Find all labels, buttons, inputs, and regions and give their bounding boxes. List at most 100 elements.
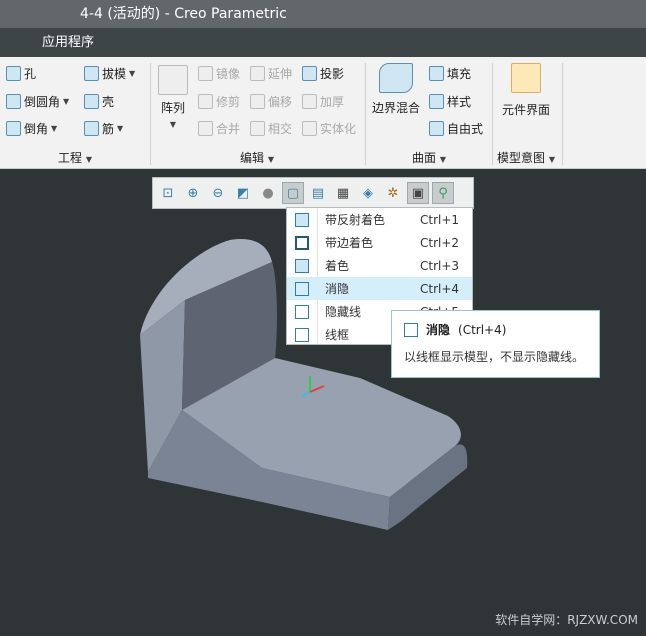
label: 自由式 <box>447 122 484 136</box>
group-label-surfaces[interactable]: 曲面 ▼ <box>412 149 446 166</box>
cube-icon <box>295 304 309 319</box>
extend-icon <box>250 66 265 81</box>
dropdown-icon[interactable]: ▼ <box>117 124 123 133</box>
label: 样式 <box>447 95 472 109</box>
view-toolbar: ⊡ ⊕ ⊖ ◩ ● ▢ ▤ ▦ ◈ ✲ ▣ ⚲ <box>152 177 474 209</box>
extend-button[interactable]: 延伸 <box>250 65 292 82</box>
fill-button[interactable]: 填充 <box>429 65 471 82</box>
solidify-icon <box>302 121 317 136</box>
label: 倒圆角 <box>24 95 61 109</box>
tooltip-title: 消隐 <box>426 323 451 337</box>
label: 筋 <box>102 122 115 136</box>
hole-button[interactable]: 孔 <box>6 65 36 82</box>
cube-icon <box>404 322 418 337</box>
divider <box>150 63 151 165</box>
watermark: 软件自学网：RJZXW.COM <box>495 613 638 627</box>
dropdown-icon[interactable]: ▼ <box>63 97 69 106</box>
chamfer-icon <box>6 121 21 136</box>
menu-applications[interactable]: 应用程序 <box>42 35 94 50</box>
label: 偏移 <box>268 95 293 109</box>
pattern-button[interactable]: 阵列 ▼ <box>158 65 188 129</box>
component-interface-icon <box>511 63 541 93</box>
label: 实体化 <box>320 122 357 136</box>
repaint-icon[interactable]: ◩ <box>232 182 254 204</box>
label: 填充 <box>447 67 472 81</box>
window-title: 4-4 (活动的) - Creo Parametric <box>80 6 287 22</box>
label: 孔 <box>24 67 37 81</box>
group-label-model-intent[interactable]: 模型意图 ▼ <box>497 149 555 166</box>
label: 元件界面 <box>502 103 551 117</box>
shell-icon <box>84 94 99 109</box>
shell-button[interactable]: 壳 <box>84 93 114 110</box>
thicken-button[interactable]: 加厚 <box>302 93 344 110</box>
trim-button[interactable]: 修剪 <box>198 93 240 110</box>
cube-icon <box>295 327 309 342</box>
dropdown-icon[interactable]: ▼ <box>170 120 176 129</box>
cube-icon <box>295 235 309 250</box>
menu-item-shading[interactable]: 着色 Ctrl+3 <box>287 254 472 277</box>
tooltip-shortcut: (Ctrl+4) <box>458 322 507 337</box>
spin-center-icon[interactable]: ⚲ <box>432 182 454 204</box>
label: 壳 <box>102 95 115 109</box>
intersect-button[interactable]: 相交 <box>250 120 292 137</box>
mirror-button[interactable]: 镜像 <box>198 65 240 82</box>
tooltip-description: 以线框显示模型，不显示隐藏线。 <box>404 350 585 364</box>
component-interface-button[interactable]: 元件界面 <box>502 63 550 118</box>
thicken-icon <box>302 94 317 109</box>
group-label-editing[interactable]: 编辑 ▼ <box>240 149 274 166</box>
datum-display-icon[interactable]: ✲ <box>382 182 404 204</box>
label: 投影 <box>320 67 345 81</box>
solidify-button[interactable]: 实体化 <box>302 120 356 137</box>
style-icon <box>429 94 444 109</box>
pattern-icon <box>158 65 188 95</box>
dropdown-icon[interactable]: ▼ <box>51 124 57 133</box>
title-bar: 4-4 (活动的) - Creo Parametric <box>0 0 646 28</box>
merge-button[interactable]: 合并 <box>198 120 240 137</box>
menu-item-no-hidden[interactable]: 消隐 Ctrl+4 <box>287 277 472 300</box>
round-icon <box>6 94 21 109</box>
fill-icon <box>429 66 444 81</box>
label: 拔模 <box>102 67 127 81</box>
boundary-blend-button[interactable]: 边界混合 <box>372 63 420 116</box>
menu-bar: 应用程序 <box>0 28 646 57</box>
group-label-engineering[interactable]: 工程 ▼ <box>58 149 92 166</box>
perspective-icon[interactable]: ◈ <box>357 182 379 204</box>
mirror-icon <box>198 66 213 81</box>
boundary-blend-icon <box>379 63 413 93</box>
trim-icon <box>198 94 213 109</box>
label: 阵列 <box>160 101 185 115</box>
draft-icon <box>84 66 99 81</box>
freestyle-button[interactable]: 自由式 <box>429 120 483 137</box>
intersect-icon <box>250 121 265 136</box>
label: 边界混合 <box>372 101 421 115</box>
project-button[interactable]: 投影 <box>302 65 344 82</box>
appearance-icon[interactable]: ● <box>257 182 279 204</box>
rib-icon <box>84 121 99 136</box>
freestyle-icon <box>429 121 444 136</box>
zoom-fit-icon[interactable]: ⊡ <box>157 182 179 204</box>
divider <box>562 63 563 165</box>
zoom-in-icon[interactable]: ⊕ <box>182 182 204 204</box>
cube-icon <box>295 212 309 227</box>
merge-icon <box>198 121 213 136</box>
display-style-icon[interactable]: ▢ <box>282 182 304 204</box>
offset-button[interactable]: 偏移 <box>250 93 292 110</box>
menu-item-shading-reflections[interactable]: 带反射着色 Ctrl+1 <box>287 208 472 231</box>
label: 延伸 <box>268 67 293 81</box>
style-button[interactable]: 样式 <box>429 93 471 110</box>
dropdown-icon[interactable]: ▼ <box>129 69 135 78</box>
chamfer-button[interactable]: 倒角 ▼ <box>6 120 57 137</box>
draft-button[interactable]: 拔模 ▼ <box>84 65 135 82</box>
cube-icon <box>295 258 309 273</box>
zoom-out-icon[interactable]: ⊖ <box>207 182 229 204</box>
annotation-display-icon[interactable]: ▣ <box>407 182 429 204</box>
rib-button[interactable]: 筋 ▼ <box>84 120 123 137</box>
project-icon <box>302 66 317 81</box>
menu-item-shading-edges[interactable]: 带边着色 Ctrl+2 <box>287 231 472 254</box>
tooltip: 消隐 (Ctrl+4) 以线框显示模型，不显示隐藏线。 <box>391 310 600 378</box>
saved-views-icon[interactable]: ▤ <box>307 182 329 204</box>
label: 相交 <box>268 122 293 136</box>
divider <box>492 63 493 165</box>
round-button[interactable]: 倒圆角 ▼ <box>6 93 69 110</box>
view-manager-icon[interactable]: ▦ <box>332 182 354 204</box>
